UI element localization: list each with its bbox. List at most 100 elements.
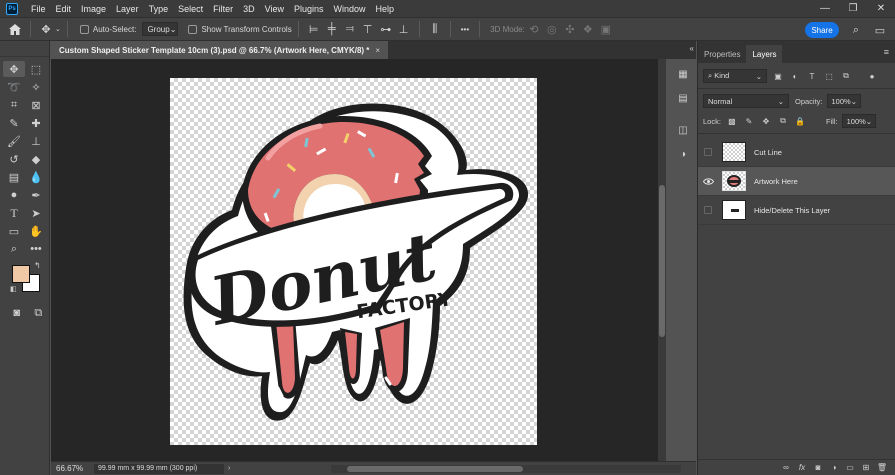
layer-name[interactable]: Cut Line (754, 148, 782, 157)
layer-row-hide-delete[interactable]: Hide/Delete This Layer (698, 196, 895, 225)
layer-name[interactable]: Hide/Delete This Layer (754, 206, 830, 215)
eye-icon[interactable] (698, 167, 718, 196)
3d-orbit-icon[interactable]: ⟲ (525, 20, 543, 38)
crop-tool-icon[interactable]: ⌗ (3, 97, 25, 113)
menu-3d[interactable]: 3D (238, 4, 260, 14)
trash-icon[interactable]: 🗑 (874, 463, 890, 472)
foreground-color-swatch[interactable] (12, 265, 30, 283)
eraser-tool-icon[interactable]: ◆ (25, 151, 47, 167)
minimize-button[interactable]: — (811, 0, 839, 17)
menu-filter[interactable]: Filter (208, 4, 238, 14)
lock-all-icon[interactable]: 🔒 (794, 115, 806, 127)
filter-smart-object-icon[interactable]: ⧉ (840, 70, 852, 82)
swap-colors-icon[interactable]: ↰ (34, 261, 41, 270)
blur-tool-icon[interactable]: 💧 (25, 169, 47, 185)
adjustment-icon[interactable]: ◑ (826, 463, 842, 472)
tab-properties[interactable]: Properties (698, 45, 746, 63)
align-right-icon[interactable]: ⫤ (341, 20, 359, 38)
filter-shape-icon[interactable]: ⬚ (823, 70, 835, 82)
eyedropper-tool-icon[interactable]: ✎ (3, 115, 25, 131)
auto-select-checkbox[interactable] (79, 24, 89, 34)
stamp-tool-icon[interactable]: ⊥ (25, 133, 47, 149)
path-selection-icon[interactable]: ➤ (25, 205, 47, 221)
filter-adjustment-icon[interactable]: ◐ (789, 70, 801, 82)
vertical-scroll-thumb[interactable] (659, 185, 665, 337)
3d-pan-icon[interactable]: ✣ (561, 20, 579, 38)
menu-file[interactable]: File (26, 4, 51, 14)
menu-help[interactable]: Help (371, 4, 400, 14)
close-document-icon[interactable]: × (375, 46, 380, 55)
history-panel-icon[interactable]: ▦ (674, 65, 692, 83)
auto-select-dropdown[interactable]: Group ⌄ (142, 22, 179, 36)
menu-plugins[interactable]: Plugins (289, 4, 329, 14)
tool-preset-chevron-icon[interactable]: ⌄ (55, 25, 61, 33)
lock-transparency-icon[interactable]: ▩ (726, 115, 738, 127)
horizontal-scrollbar[interactable] (331, 465, 681, 473)
group-icon[interactable]: ▭ (842, 463, 858, 472)
layer-row-cut-line[interactable]: Cut Line (698, 138, 895, 167)
align-center-icon[interactable]: ╪ (323, 20, 341, 38)
adjustments-panel-icon[interactable]: ◑ (674, 145, 692, 163)
filter-type-icon[interactable]: T (806, 70, 818, 82)
layer-row-artwork-here[interactable]: Artwork Here (698, 167, 895, 196)
show-transform-checkbox[interactable] (188, 24, 198, 34)
close-window-button[interactable]: ✕ (867, 0, 895, 17)
document-canvas[interactable]: Donut FACTORY (170, 78, 537, 445)
align-bottom-icon[interactable]: ⊥ (395, 20, 413, 38)
menu-image[interactable]: Image (76, 4, 111, 14)
blend-mode-dropdown[interactable]: Normal ⌄ (703, 94, 789, 108)
status-menu-icon[interactable]: › (228, 465, 230, 472)
visibility-toggle[interactable] (698, 196, 718, 225)
3d-scale-icon[interactable]: ▣ (597, 20, 615, 38)
menu-edit[interactable]: Edit (51, 4, 77, 14)
distribute-icon[interactable]: ⫼ (426, 20, 444, 38)
maximize-button[interactable]: ❐ (839, 0, 867, 17)
share-button[interactable]: Share (805, 22, 839, 38)
history-brush-icon[interactable]: ↺ (3, 151, 25, 167)
default-colors-icon[interactable]: ◧ (10, 285, 17, 293)
more-options-button[interactable]: ••• (461, 25, 469, 34)
search-icon[interactable]: ⌕ (847, 21, 865, 39)
zoom-level[interactable]: 66.67% (56, 464, 90, 473)
3d-roll-icon[interactable]: ◎ (543, 20, 561, 38)
lasso-tool-icon[interactable]: ➰ (3, 79, 25, 95)
lock-position-icon[interactable]: ✥ (760, 115, 772, 127)
new-layer-icon[interactable]: ⊞ (858, 463, 874, 472)
visibility-toggle[interactable] (698, 138, 718, 167)
menu-select[interactable]: Select (173, 4, 208, 14)
align-middle-icon[interactable]: ⊶ (377, 20, 395, 38)
mask-icon[interactable]: ◙ (810, 463, 826, 472)
align-left-icon[interactable]: ⊨ (305, 20, 323, 38)
fill-field[interactable]: 100% ⌄ (841, 114, 876, 128)
tab-layers[interactable]: Layers (746, 45, 783, 63)
menu-type[interactable]: Type (144, 4, 174, 14)
dodge-tool-icon[interactable]: ● (3, 187, 25, 203)
tools-grip[interactable] (0, 41, 49, 57)
quick-mask-icon[interactable]: ◙ (6, 305, 28, 321)
rectangle-tool-icon[interactable]: ▭ (3, 223, 25, 239)
lock-artboard-icon[interactable]: ⧉ (777, 115, 789, 127)
workspace-icon[interactable]: ▭ (871, 21, 889, 39)
menu-layer[interactable]: Layer (111, 4, 144, 14)
document-info[interactable]: 99.99 mm x 99.99 mm (300 ppi) (94, 463, 224, 474)
collapse-panels-icon[interactable]: « (690, 44, 694, 53)
zoom-tool-icon[interactable]: ⌕ (3, 241, 25, 257)
move-tool-icon[interactable]: ✥ (37, 20, 55, 38)
fx-icon[interactable]: fx (794, 463, 810, 472)
document-tab[interactable]: Custom Shaped Sticker Template 10cm (3).… (51, 41, 389, 59)
brush-tool-icon[interactable]: 🖌 (3, 133, 25, 149)
hand-tool-icon[interactable]: ✋ (25, 223, 47, 239)
healing-brush-icon[interactable]: ✚ (25, 115, 47, 131)
lock-pixels-icon[interactable]: ✎ (743, 115, 755, 127)
magic-wand-tool-icon[interactable]: ✧ (25, 79, 47, 95)
gradient-tool-icon[interactable]: ▤ (3, 169, 25, 185)
home-icon[interactable] (6, 20, 24, 38)
panel-menu-icon[interactable]: ≡ (884, 47, 889, 57)
menu-view[interactable]: View (260, 4, 289, 14)
3d-slide-icon[interactable]: ❖ (579, 20, 597, 38)
menu-window[interactable]: Window (329, 4, 371, 14)
vertical-scrollbar[interactable] (658, 59, 666, 461)
layer-name[interactable]: Artwork Here (754, 177, 798, 186)
align-top-icon[interactable]: ⊤ (359, 20, 377, 38)
frame-tool-icon[interactable]: ⊠ (25, 97, 47, 113)
